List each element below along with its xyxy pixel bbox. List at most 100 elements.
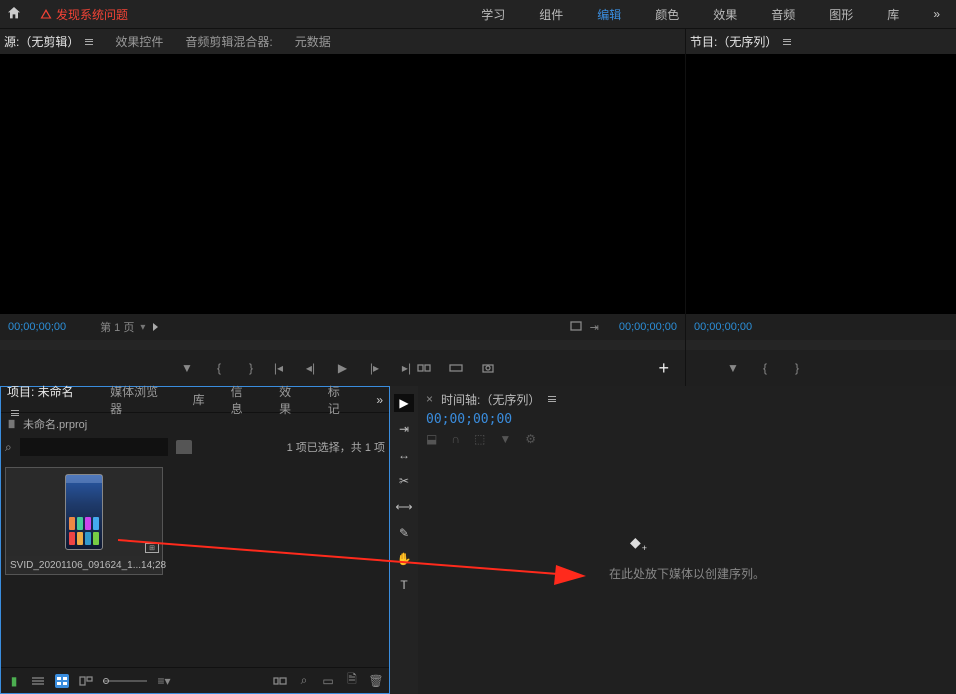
automate-to-sequence-icon[interactable]	[273, 674, 287, 688]
clip-name: SVID_20201106_091624_1...	[10, 560, 141, 571]
workspace-audio[interactable]: 音频	[771, 6, 795, 23]
sort-icon[interactable]: ≡▾	[157, 674, 171, 688]
clip-av-indicator-icon: ⊞	[145, 543, 159, 553]
source-out-timecode[interactable]: 00;00;00;00	[619, 321, 677, 333]
zoom-slider[interactable]	[103, 680, 147, 682]
panel-menu-icon[interactable]	[548, 396, 556, 402]
tab-info[interactable]: 信息	[231, 383, 254, 417]
tab-effects-panel[interactable]: 效果	[279, 383, 302, 417]
snap-icon[interactable]: ∩	[451, 432, 460, 452]
workspace-graphics[interactable]: 图形	[829, 6, 853, 23]
tab-media-browser[interactable]: 媒体浏览器	[110, 383, 166, 417]
tab-audio-clip-mixer[interactable]: 音频剪辑混合器:	[185, 33, 272, 50]
overwrite-icon[interactable]	[449, 361, 463, 375]
source-scrub-bar[interactable]	[0, 340, 685, 350]
panel-menu-icon[interactable]	[783, 39, 791, 45]
step-back-icon[interactable]: ◂|	[304, 361, 318, 375]
timeline-drop-zone[interactable]: ◆+ 在此处放下媒体以创建序列。	[418, 452, 956, 694]
panel-menu-icon[interactable]	[85, 39, 93, 45]
tab-project[interactable]: 项目: 未命名	[7, 383, 84, 416]
workspace-assembly[interactable]: 组件	[539, 6, 563, 23]
project-search-input[interactable]	[20, 438, 168, 456]
insert-overwrite-icon[interactable]: ⇥	[590, 321, 599, 334]
clip-thumbnail[interactable]: ⊞	[6, 468, 162, 556]
freeform-view-icon[interactable]	[79, 674, 93, 688]
timeline-settings-icon[interactable]: ⚙	[525, 432, 536, 452]
list-view-icon[interactable]	[31, 674, 45, 688]
workspace-effects[interactable]: 效果	[713, 6, 737, 23]
project-writable-icon[interactable]: ▮	[7, 674, 21, 688]
button-editor-icon[interactable]: +	[658, 358, 669, 379]
mark-clip-icon[interactable]	[570, 321, 582, 334]
program-scrub-bar[interactable]	[686, 340, 956, 350]
add-marker-timeline-icon[interactable]: ▼	[499, 432, 511, 452]
workspace-learn[interactable]: 学习	[481, 6, 505, 23]
razor-tool-icon[interactable]: ✂	[394, 472, 414, 490]
drop-cursor-icon: ◆+	[630, 534, 646, 551]
page-dropdown-icon[interactable]: ▾	[140, 322, 145, 333]
mark-out-icon[interactable]: }	[244, 361, 258, 375]
clip-item[interactable]: ⊞ SVID_20201106_091624_1... 14;28	[5, 467, 163, 575]
source-in-timecode[interactable]: 00;00;00;00	[8, 321, 66, 333]
page-play-icon[interactable]	[153, 323, 158, 331]
project-tabs-overflow-icon[interactable]: »	[376, 393, 383, 407]
pen-tool-icon[interactable]: ✎	[394, 524, 414, 542]
tab-markers[interactable]: 标记	[328, 383, 351, 417]
type-tool-icon[interactable]: T	[394, 576, 414, 594]
add-marker-icon[interactable]: ▼	[726, 361, 740, 375]
workspace-library[interactable]: 库	[887, 6, 899, 23]
warning-text: 发现系统问题	[56, 6, 128, 23]
new-bin-icon[interactable]: ▭	[321, 674, 335, 688]
ripple-edit-tool-icon[interactable]: ↔	[394, 446, 414, 464]
source-page-label[interactable]: 第 1 页	[100, 319, 134, 335]
step-forward-icon[interactable]: |▸	[368, 361, 382, 375]
workspaces-overflow-icon[interactable]: »	[933, 7, 940, 21]
new-item-icon[interactable]: 🗎	[345, 674, 359, 688]
home-icon[interactable]	[6, 5, 22, 24]
tab-metadata[interactable]: 元数据	[295, 33, 331, 50]
tab-project-label: 项目: 未命名	[7, 385, 74, 399]
timeline-timecode[interactable]: 00;00;00;00	[418, 412, 956, 432]
mark-out-icon[interactable]: }	[790, 361, 804, 375]
mark-in-icon[interactable]: {	[212, 361, 226, 375]
linked-selection-icon[interactable]: ⬚	[474, 432, 485, 452]
workspace-color[interactable]: 颜色	[655, 6, 679, 23]
timeline-drop-hint: 在此处放下媒体以创建序列。	[609, 565, 765, 582]
program-monitor-viewport	[686, 54, 956, 314]
search-icon: ⌕	[5, 440, 12, 455]
export-frame-icon[interactable]	[481, 361, 495, 375]
tab-program[interactable]: 节目:（无序列）	[690, 33, 791, 50]
project-file-name: 未命名.prproj	[23, 416, 87, 432]
go-to-out-icon[interactable]: ▸|	[400, 361, 414, 375]
delete-icon[interactable]: 🗑	[369, 674, 383, 688]
insert-icon[interactable]	[417, 361, 431, 375]
timeline-tool-column: ▶ ⇥ ↔ ✂ ⟷ ✎ ✋ T	[390, 386, 418, 694]
insert-timeline-icon[interactable]: ⬓	[426, 432, 437, 452]
source-monitor-viewport	[0, 54, 685, 314]
program-timecode[interactable]: 00;00;00;00	[694, 321, 752, 333]
selection-count-text: 1 项已选择，共 1 项	[287, 439, 385, 455]
tab-libraries[interactable]: 库	[193, 391, 205, 408]
icon-view-icon[interactable]	[55, 674, 69, 688]
tab-program-label: 节目:（无序列）	[690, 33, 777, 50]
timeline-title[interactable]: 时间轴:（无序列）	[441, 391, 540, 408]
tab-source[interactable]: 源:（无剪辑）	[4, 33, 93, 50]
new-bin-from-search-icon[interactable]	[176, 440, 192, 454]
clip-preview-phone	[65, 474, 103, 550]
find-icon[interactable]: ⌕	[297, 674, 311, 688]
hand-tool-icon[interactable]: ✋	[394, 550, 414, 568]
system-warning[interactable]: 发现系统问题	[40, 6, 128, 23]
workspace-edit[interactable]: 编辑	[597, 6, 621, 23]
go-to-in-icon[interactable]: |◂	[272, 361, 286, 375]
tab-effect-controls[interactable]: 效果控件	[115, 33, 163, 50]
play-icon[interactable]: ▶	[336, 361, 350, 375]
slip-tool-icon[interactable]: ⟷	[394, 498, 414, 516]
project-bin-area[interactable]: ⊞ SVID_20201106_091624_1... 14;28	[1, 459, 389, 667]
mark-in-icon[interactable]: {	[758, 361, 772, 375]
add-marker-icon[interactable]: ▼	[180, 361, 194, 375]
track-select-tool-icon[interactable]: ⇥	[394, 420, 414, 438]
close-panel-icon[interactable]: ×	[426, 392, 433, 406]
selection-tool-icon[interactable]: ▶	[394, 394, 414, 412]
tab-source-label: 源:（无剪辑）	[4, 33, 79, 50]
clip-duration: 14;28	[141, 560, 166, 571]
